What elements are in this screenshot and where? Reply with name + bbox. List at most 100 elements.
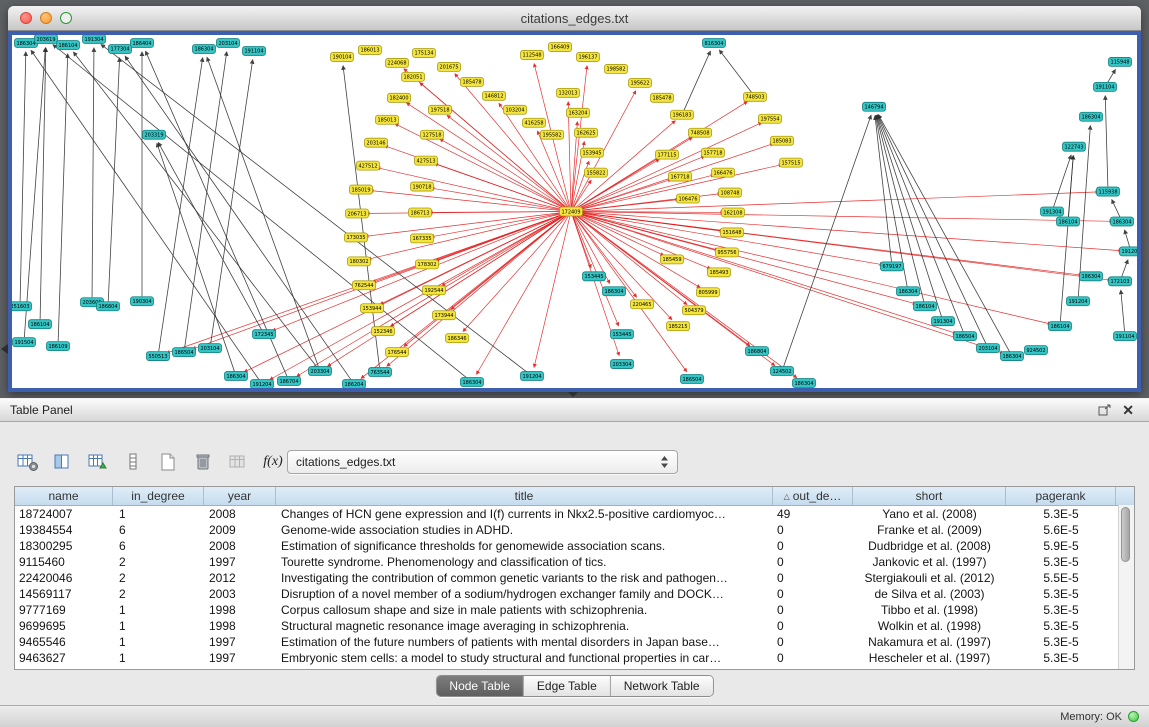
graph-edge[interactable] <box>878 115 1009 352</box>
graph-node[interactable]: 172103 <box>1109 277 1132 286</box>
graph-edge[interactable] <box>576 212 1111 280</box>
graph-node[interactable]: 191204 <box>251 380 274 388</box>
graph-node[interactable]: 185478 <box>651 93 674 102</box>
graph-edge[interactable] <box>877 115 963 331</box>
graph-node[interactable]: 185459 <box>661 255 684 264</box>
graph-node[interactable]: 191204 <box>521 372 544 381</box>
graph-node[interactable]: 108748 <box>719 188 742 197</box>
cell-pagerank[interactable]: 5.3E-5 <box>1006 619 1116 633</box>
cell-short[interactable]: Wolkin et al. (1998) <box>853 619 1006 633</box>
graph-node[interactable]: 186346 <box>446 334 469 343</box>
graph-node[interactable]: 167335 <box>411 234 434 243</box>
cell-name[interactable]: 9465546 <box>15 635 113 649</box>
graph-node[interactable]: 186304 <box>1080 112 1103 121</box>
cell-out_de[interactable]: 0 <box>773 619 853 633</box>
cell-in_degree[interactable]: 2 <box>113 555 204 569</box>
table-row[interactable]: 1456911722003Disruption of a novel membe… <box>15 586 1134 602</box>
column-header-pagerank[interactable]: pagerank <box>1006 487 1116 505</box>
cell-year[interactable]: 1997 <box>204 635 276 649</box>
graph-node[interactable]: 203304 <box>309 367 332 376</box>
cell-title[interactable]: Disruption of a novel member of a sodium… <box>276 587 773 601</box>
graph-edge[interactable] <box>455 74 568 208</box>
graph-node[interactable]: 186204 <box>343 380 366 388</box>
graph-node[interactable]: 132013 <box>557 88 580 97</box>
graph-node[interactable]: 162625 <box>575 128 598 137</box>
graph-node[interactable]: 679197 <box>881 262 904 271</box>
graph-node[interactable]: 191304 <box>932 317 955 326</box>
graph-edge[interactable] <box>377 168 566 211</box>
table-options-button[interactable] <box>14 448 42 476</box>
graph-node[interactable]: 185493 <box>708 268 731 277</box>
graph-node[interactable]: 186304 <box>1080 272 1103 281</box>
graph-edge[interactable] <box>684 51 710 110</box>
merge-table-button[interactable] <box>224 448 252 476</box>
graph-edge[interactable] <box>784 115 871 366</box>
graph-node[interactable]: 191304 <box>1041 207 1064 216</box>
cell-in_degree[interactable]: 1 <box>113 651 204 665</box>
graph-node[interactable]: 550513 <box>147 352 170 361</box>
graph-node[interactable]: 153445 <box>583 272 606 281</box>
cell-year[interactable]: 2003 <box>204 587 276 601</box>
graph-node[interactable]: 177115 <box>656 150 679 159</box>
cell-title[interactable]: Embryonic stem cells: a model to study s… <box>276 651 773 665</box>
cell-out_de[interactable]: 0 <box>773 587 853 601</box>
graph-node[interactable]: 186304 <box>15 38 38 47</box>
tab-node-table[interactable]: Node Table <box>436 676 524 696</box>
table-scrollbar[interactable] <box>1118 505 1134 669</box>
graph-node[interactable]: 185478 <box>461 77 484 86</box>
graph-node[interactable]: 186304 <box>793 379 816 388</box>
graph-node[interactable]: 191204 <box>1120 247 1138 256</box>
graph-node[interactable]: 203146 <box>365 138 388 147</box>
graph-node[interactable]: 185013 <box>376 115 399 124</box>
graph-edge[interactable] <box>576 213 711 269</box>
column-header-out_de[interactable]: △out_de… <box>773 487 853 505</box>
graph-edge[interactable] <box>157 143 235 371</box>
graph-edge[interactable] <box>1122 260 1128 277</box>
graph-node[interactable]: 924502 <box>1025 346 1048 355</box>
graph-node[interactable]: 166409 <box>549 42 572 51</box>
graph-node[interactable]: 122743 <box>1063 142 1086 151</box>
graph-edge[interactable] <box>576 212 1113 222</box>
cell-name[interactable]: 22420046 <box>15 571 113 585</box>
graph-node[interactable]: 186304 <box>225 372 248 381</box>
graph-node[interactable]: 124502 <box>771 367 794 376</box>
graph-node[interactable]: 157718 <box>702 148 725 157</box>
graph-node[interactable]: 186104 <box>914 302 937 311</box>
graph-node[interactable]: 103204 <box>504 105 527 114</box>
cell-year[interactable]: 2012 <box>204 571 276 585</box>
cell-out_de[interactable]: 0 <box>773 555 853 569</box>
table-row[interactable]: 911546021997Tourette syndrome. Phenomeno… <box>15 554 1134 570</box>
graph-node[interactable]: 504379 <box>683 306 706 315</box>
graph-node[interactable]: 186504 <box>954 332 977 341</box>
graph-edge[interactable] <box>440 139 567 209</box>
cell-name[interactable]: 14569117 <box>15 587 113 601</box>
graph-edge[interactable] <box>31 50 259 380</box>
graph-node[interactable]: 186304 <box>897 287 920 296</box>
table-row[interactable]: 1938455462009Genome-wide association stu… <box>15 522 1134 538</box>
cell-title[interactable]: Estimation of significance thresholds fo… <box>276 539 773 553</box>
graph-node[interactable]: 190104 <box>331 52 354 61</box>
cell-year[interactable]: 1997 <box>204 651 276 665</box>
graph-node[interactable]: 182051 <box>402 72 425 81</box>
cell-short[interactable]: Nakamura et al. (1997) <box>853 635 1006 649</box>
graph-edge[interactable] <box>159 58 203 351</box>
function-builder-button[interactable]: f(x) <box>259 448 287 476</box>
graph-edge[interactable] <box>719 50 752 93</box>
tab-network-table[interactable]: Network Table <box>611 676 713 696</box>
graph-node[interactable]: 186304 <box>461 378 484 387</box>
graph-node[interactable]: 186504 <box>681 375 704 384</box>
graph-edge[interactable] <box>429 212 566 213</box>
graph-node[interactable]: 186713 <box>409 208 432 217</box>
graph-node[interactable]: 185083 <box>771 136 794 145</box>
graph-node[interactable]: 191304 <box>83 35 106 43</box>
table-row[interactable]: 977716911998Corpus callosum shape and si… <box>15 602 1134 618</box>
graph-node[interactable]: 186804 <box>97 302 120 311</box>
cell-in_degree[interactable]: 6 <box>113 523 204 537</box>
cell-title[interactable]: Estimation of the future numbers of pati… <box>276 635 773 649</box>
cell-out_de[interactable]: 0 <box>773 603 853 617</box>
column-header-title[interactable]: title <box>276 487 773 505</box>
splitter-handle[interactable] <box>568 392 578 397</box>
graph-edge[interactable] <box>431 188 566 211</box>
graph-node[interactable]: 191104 <box>243 46 266 55</box>
cell-pagerank[interactable]: 5.3E-5 <box>1006 587 1116 601</box>
